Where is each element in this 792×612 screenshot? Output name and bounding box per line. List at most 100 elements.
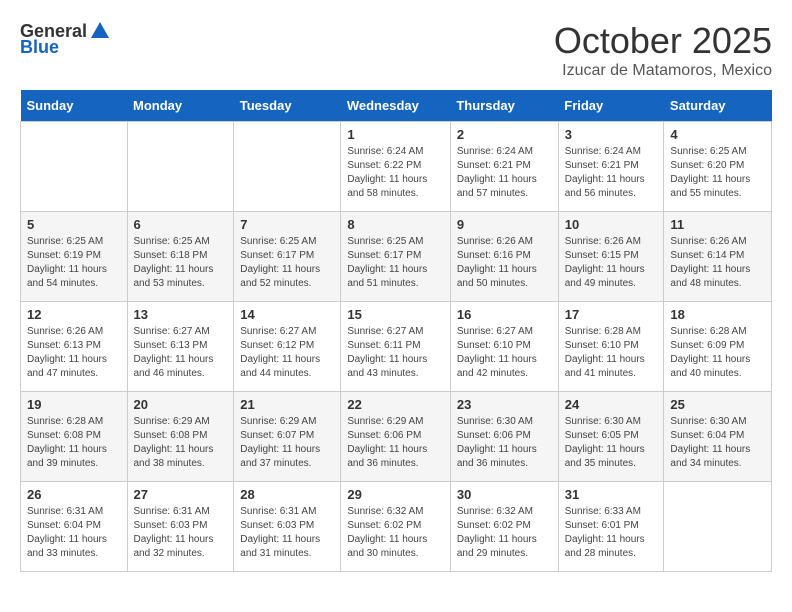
day-number: 24 <box>565 397 658 412</box>
calendar-cell: 2 Sunrise: 6:24 AM Sunset: 6:21 PM Daylig… <box>450 122 558 212</box>
day-info: Sunrise: 6:24 AM Sunset: 6:22 PM Dayligh… <box>347 145 444 201</box>
logo: General Blue <box>20 20 111 56</box>
day-number: 26 <box>27 487 121 502</box>
calendar-cell <box>21 122 128 212</box>
day-number: 13 <box>134 307 228 322</box>
day-info: Sunrise: 6:31 AM Sunset: 6:04 PM Dayligh… <box>27 505 121 561</box>
day-number: 10 <box>565 217 658 232</box>
day-number: 31 <box>565 487 658 502</box>
calendar-cell: 11Sunrise: 6:26 AM Sunset: 6:14 PM Dayli… <box>664 212 772 302</box>
day-number: 1 <box>347 127 444 142</box>
day-info: Sunrise: 6:28 AM Sunset: 6:08 PM Dayligh… <box>27 415 121 471</box>
day-number: 23 <box>457 397 552 412</box>
calendar-cell: 20 Sunrise: 6:29 AM Sunset: 6:08 PM Dayli… <box>127 392 234 482</box>
day-info: Sunrise: 6:25 AM Sunset: 6:17 PM Dayligh… <box>240 235 334 291</box>
calendar-cell: 26 Sunrise: 6:31 AM Sunset: 6:04 PM Dayli… <box>21 482 128 572</box>
day-number: 28 <box>240 487 334 502</box>
day-info: Sunrise: 6:25 AM Sunset: 6:20 PM Dayligh… <box>670 145 765 201</box>
calendar-cell: 21 Sunrise: 6:29 AM Sunset: 6:07 PM Dayli… <box>234 392 341 482</box>
day-info: Sunrise: 6:31 AM Sunset: 6:03 PM Dayligh… <box>134 505 228 561</box>
calendar-cell: 10 Sunrise: 6:26 AM Sunset: 6:15 PM Dayli… <box>558 212 664 302</box>
header-day-friday: Friday <box>558 90 664 122</box>
header-day-monday: Monday <box>127 90 234 122</box>
page-header: General Blue October 2025 Izucar de Mata… <box>20 20 772 80</box>
calendar-cell: 16 Sunrise: 6:27 AM Sunset: 6:10 PM Dayli… <box>450 302 558 392</box>
day-number: 21 <box>240 397 334 412</box>
location-subtitle: Izucar de Matamoros, Mexico <box>554 62 772 80</box>
day-number: 20 <box>134 397 228 412</box>
calendar-cell: 6 Sunrise: 6:25 AM Sunset: 6:18 PM Daylig… <box>127 212 234 302</box>
calendar-cell: 27 Sunrise: 6:31 AM Sunset: 6:03 PM Dayli… <box>127 482 234 572</box>
month-title: October 2025 <box>554 20 772 62</box>
day-number: 12 <box>27 307 121 322</box>
header-day-thursday: Thursday <box>450 90 558 122</box>
day-number: 19 <box>27 397 121 412</box>
calendar-cell <box>127 122 234 212</box>
day-info: Sunrise: 6:32 AM Sunset: 6:02 PM Dayligh… <box>457 505 552 561</box>
day-info: Sunrise: 6:28 AM Sunset: 6:10 PM Dayligh… <box>565 325 658 381</box>
calendar-cell: 22Sunrise: 6:29 AM Sunset: 6:06 PM Dayli… <box>341 392 451 482</box>
calendar-cell: 31 Sunrise: 6:33 AM Sunset: 6:01 PM Dayli… <box>558 482 664 572</box>
day-info: Sunrise: 6:25 AM Sunset: 6:19 PM Dayligh… <box>27 235 121 291</box>
day-info: Sunrise: 6:24 AM Sunset: 6:21 PM Dayligh… <box>457 145 552 201</box>
calendar-table: SundayMondayTuesdayWednesdayThursdayFrid… <box>20 90 772 572</box>
calendar-cell: 3 Sunrise: 6:24 AM Sunset: 6:21 PM Daylig… <box>558 122 664 212</box>
header-row: SundayMondayTuesdayWednesdayThursdayFrid… <box>21 90 772 122</box>
day-info: Sunrise: 6:33 AM Sunset: 6:01 PM Dayligh… <box>565 505 658 561</box>
day-info: Sunrise: 6:27 AM Sunset: 6:10 PM Dayligh… <box>457 325 552 381</box>
header-day-saturday: Saturday <box>664 90 772 122</box>
day-info: Sunrise: 6:26 AM Sunset: 6:13 PM Dayligh… <box>27 325 121 381</box>
calendar-cell <box>234 122 341 212</box>
calendar-week-5: 26 Sunrise: 6:31 AM Sunset: 6:04 PM Dayli… <box>21 482 772 572</box>
calendar-cell: 7 Sunrise: 6:25 AM Sunset: 6:17 PM Daylig… <box>234 212 341 302</box>
day-info: Sunrise: 6:29 AM Sunset: 6:08 PM Dayligh… <box>134 415 228 471</box>
calendar-cell: 30 Sunrise: 6:32 AM Sunset: 6:02 PM Dayli… <box>450 482 558 572</box>
day-info: Sunrise: 6:32 AM Sunset: 6:02 PM Dayligh… <box>347 505 444 561</box>
day-info: Sunrise: 6:30 AM Sunset: 6:04 PM Dayligh… <box>670 415 765 471</box>
day-number: 27 <box>134 487 228 502</box>
title-section: October 2025 Izucar de Matamoros, Mexico <box>554 20 772 80</box>
day-info: Sunrise: 6:29 AM Sunset: 6:06 PM Dayligh… <box>347 415 444 471</box>
day-info: Sunrise: 6:24 AM Sunset: 6:21 PM Dayligh… <box>565 145 658 201</box>
logo-icon <box>89 20 111 42</box>
calendar-cell: 14 Sunrise: 6:27 AM Sunset: 6:12 PM Dayli… <box>234 302 341 392</box>
calendar-week-4: 19 Sunrise: 6:28 AM Sunset: 6:08 PM Dayli… <box>21 392 772 482</box>
calendar-cell: 12 Sunrise: 6:26 AM Sunset: 6:13 PM Dayli… <box>21 302 128 392</box>
day-number: 18 <box>670 307 765 322</box>
day-number: 6 <box>134 217 228 232</box>
calendar-cell: 9 Sunrise: 6:26 AM Sunset: 6:16 PM Daylig… <box>450 212 558 302</box>
day-info: Sunrise: 6:25 AM Sunset: 6:17 PM Dayligh… <box>347 235 444 291</box>
day-info: Sunrise: 6:29 AM Sunset: 6:07 PM Dayligh… <box>240 415 334 471</box>
header-day-wednesday: Wednesday <box>341 90 451 122</box>
day-info: Sunrise: 6:25 AM Sunset: 6:18 PM Dayligh… <box>134 235 228 291</box>
day-info: Sunrise: 6:30 AM Sunset: 6:05 PM Dayligh… <box>565 415 658 471</box>
day-info: Sunrise: 6:27 AM Sunset: 6:13 PM Dayligh… <box>134 325 228 381</box>
calendar-week-2: 5Sunrise: 6:25 AM Sunset: 6:19 PM Daylig… <box>21 212 772 302</box>
calendar-cell: 24 Sunrise: 6:30 AM Sunset: 6:05 PM Dayli… <box>558 392 664 482</box>
day-info: Sunrise: 6:26 AM Sunset: 6:14 PM Dayligh… <box>670 235 765 291</box>
day-info: Sunrise: 6:26 AM Sunset: 6:16 PM Dayligh… <box>457 235 552 291</box>
day-number: 7 <box>240 217 334 232</box>
calendar-cell: 4 Sunrise: 6:25 AM Sunset: 6:20 PM Daylig… <box>664 122 772 212</box>
day-info: Sunrise: 6:26 AM Sunset: 6:15 PM Dayligh… <box>565 235 658 291</box>
day-number: 30 <box>457 487 552 502</box>
day-number: 2 <box>457 127 552 142</box>
calendar-cell: 18Sunrise: 6:28 AM Sunset: 6:09 PM Dayli… <box>664 302 772 392</box>
day-number: 9 <box>457 217 552 232</box>
calendar-cell: 1 Sunrise: 6:24 AM Sunset: 6:22 PM Daylig… <box>341 122 451 212</box>
day-number: 15 <box>347 307 444 322</box>
calendar-cell: 13 Sunrise: 6:27 AM Sunset: 6:13 PM Dayli… <box>127 302 234 392</box>
day-info: Sunrise: 6:27 AM Sunset: 6:11 PM Dayligh… <box>347 325 444 381</box>
day-info: Sunrise: 6:30 AM Sunset: 6:06 PM Dayligh… <box>457 415 552 471</box>
day-number: 3 <box>565 127 658 142</box>
calendar-cell: 8Sunrise: 6:25 AM Sunset: 6:17 PM Daylig… <box>341 212 451 302</box>
day-number: 16 <box>457 307 552 322</box>
calendar-cell <box>664 482 772 572</box>
calendar-cell: 29Sunrise: 6:32 AM Sunset: 6:02 PM Dayli… <box>341 482 451 572</box>
day-number: 25 <box>670 397 765 412</box>
day-number: 14 <box>240 307 334 322</box>
day-number: 4 <box>670 127 765 142</box>
calendar-cell: 25 Sunrise: 6:30 AM Sunset: 6:04 PM Dayli… <box>664 392 772 482</box>
calendar-cell: 15 Sunrise: 6:27 AM Sunset: 6:11 PM Dayli… <box>341 302 451 392</box>
day-info: Sunrise: 6:27 AM Sunset: 6:12 PM Dayligh… <box>240 325 334 381</box>
